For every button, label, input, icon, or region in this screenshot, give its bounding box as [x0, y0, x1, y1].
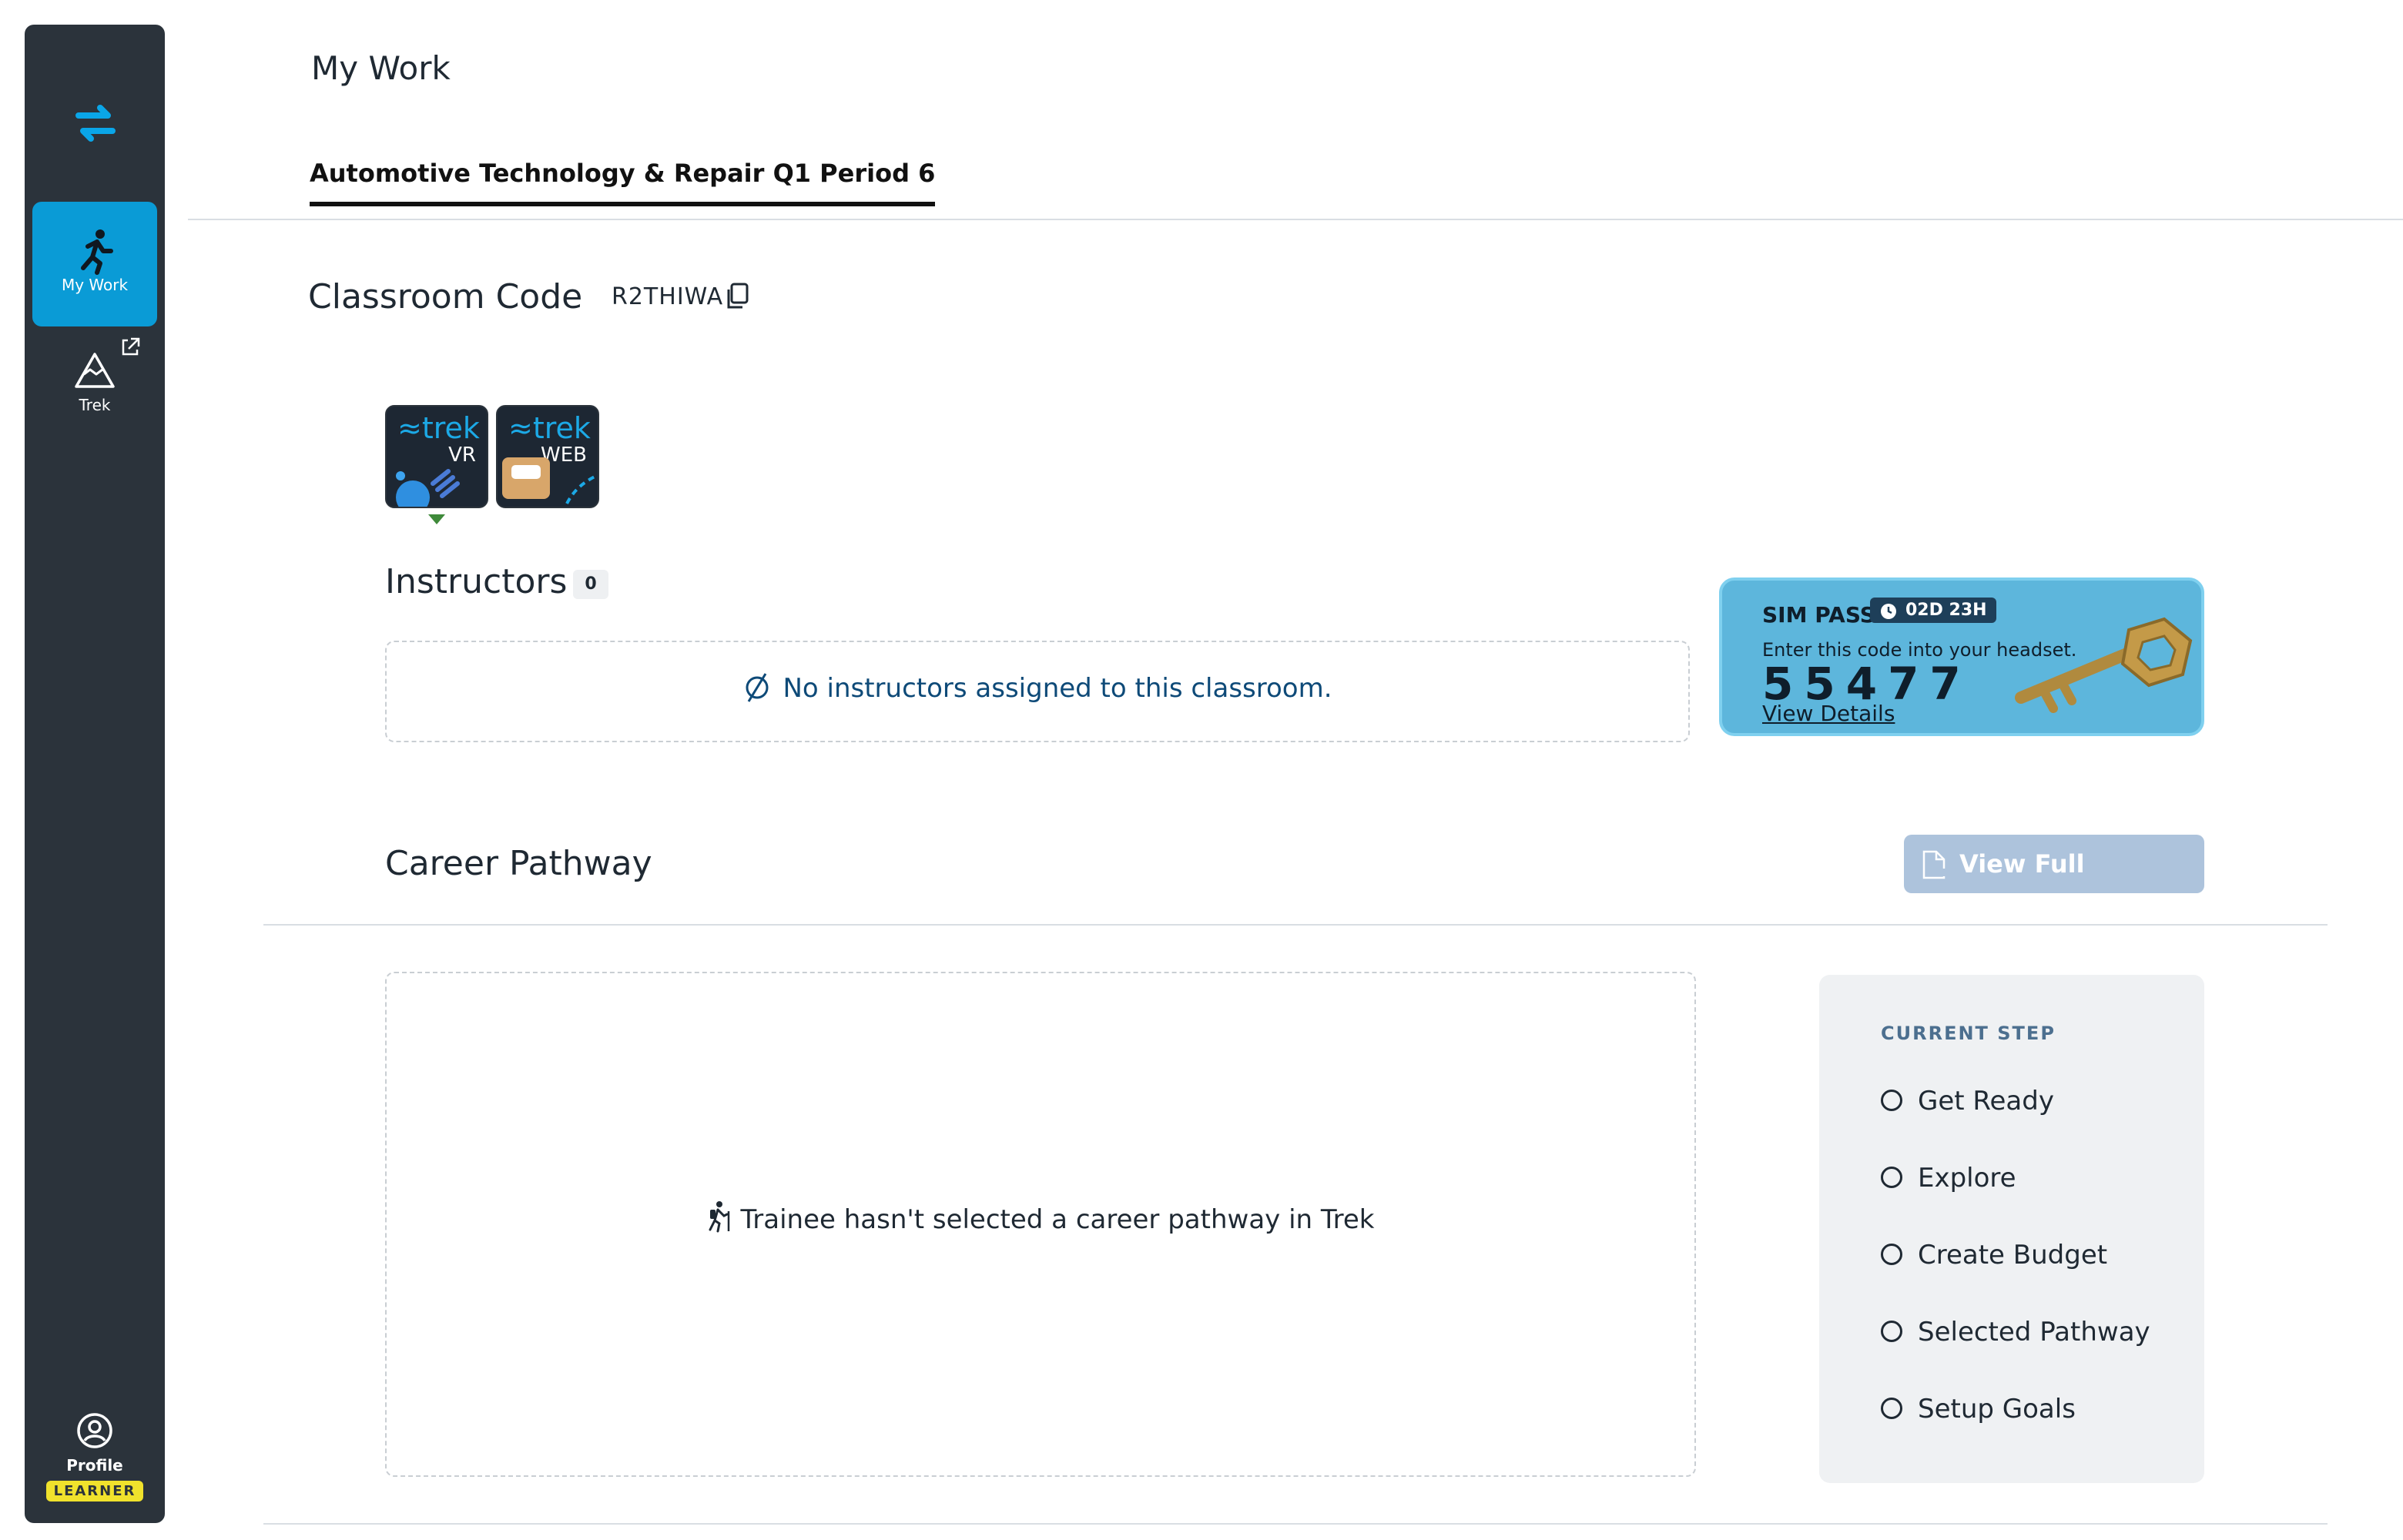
hiker-icon	[709, 1200, 729, 1232]
step-label: Create Budget	[1918, 1240, 2108, 1270]
classroom-code-label: Classroom Code	[308, 277, 583, 316]
step-item[interactable]: Create Budget	[1881, 1240, 2107, 1270]
sidebar-item-my-work[interactable]: My Work	[32, 202, 157, 326]
career-empty-message: Trainee hasn't selected a career pathway…	[387, 1200, 1694, 1237]
app-brand: ≈trek	[508, 411, 591, 445]
radio-circle-icon	[1881, 1397, 1902, 1419]
career-pathway-heading: Career Pathway	[385, 844, 652, 883]
empty-set-icon	[746, 672, 769, 702]
pdf-file-icon	[1922, 850, 1947, 879]
selected-app-indicator	[428, 514, 445, 524]
current-step-heading: CURRENT STEP	[1881, 1023, 2056, 1044]
trek-vr-app-tile[interactable]: ≈trek VR	[385, 405, 488, 508]
step-label: Setup Goals	[1918, 1394, 2076, 1424]
step-item[interactable]: Selected Pathway	[1881, 1317, 2150, 1348]
clock-icon	[1881, 604, 1896, 619]
sidebar-item-trek[interactable]: Trek	[32, 326, 157, 451]
career-divider	[263, 924, 2328, 926]
tab-classroom[interactable]: Automotive Technology & Repair Q1 Period…	[310, 159, 936, 206]
instructors-count-badge: 0	[573, 570, 608, 599]
sim-pass-time-text: 02D 23H	[1905, 601, 1987, 620]
profile-menu[interactable]: Profile LEARNER	[25, 1411, 165, 1502]
user-circle-icon	[77, 1413, 112, 1448]
view-details-link[interactable]: View Details	[1762, 701, 1895, 726]
step-item[interactable]: Get Ready	[1881, 1086, 2054, 1116]
sim-pass-timer: 02D 23H	[1870, 598, 1996, 623]
step-label: Selected Pathway	[1918, 1317, 2150, 1348]
step-item[interactable]: Explore	[1881, 1163, 2016, 1194]
tab-divider	[188, 219, 2403, 220]
career-empty-text: Trainee hasn't selected a career pathway…	[740, 1204, 1375, 1235]
sidebar-item-label: My Work	[61, 276, 129, 294]
web-artwork-icon	[502, 457, 597, 504]
trek-web-app-tile[interactable]: ≈trek WEB	[496, 405, 599, 508]
view-full-pathway-button[interactable]: View Full Pathway	[1904, 835, 2204, 937]
sidebar: My Work Trek Profile LEARNER	[25, 25, 165, 1523]
step-label: Get Ready	[1918, 1086, 2054, 1116]
running-person-icon	[81, 229, 113, 275]
instructors-empty-box: No instructors assigned to this classroo…	[385, 641, 1690, 742]
sidebar-item-label: Trek	[79, 396, 111, 414]
step-item[interactable]: Setup Goals	[1881, 1394, 2076, 1424]
instructors-heading: Instructors	[385, 562, 568, 601]
current-step-panel: CURRENT STEP Get Ready Explore Create Bu…	[1819, 975, 2204, 1483]
classroom-code-value: R2THIWA	[612, 283, 724, 310]
page-title: My Work	[311, 49, 451, 87]
role-badge: LEARNER	[45, 1481, 144, 1502]
instructors-empty-message: No instructors assigned to this classroo…	[387, 672, 1688, 706]
key-icon	[2015, 617, 2193, 713]
step-label: Explore	[1918, 1163, 2016, 1194]
app-brand: ≈trek	[397, 411, 480, 445]
swap-arrows-logo-icon[interactable]	[65, 92, 126, 154]
radio-circle-icon	[1881, 1243, 1902, 1265]
instructors-empty-text: No instructors assigned to this classroo…	[783, 673, 1332, 704]
sim-pass-card: SIM PASS 02D 23H Enter this code into yo…	[1719, 578, 2204, 736]
radio-circle-icon	[1881, 1320, 1902, 1342]
bottom-divider	[263, 1523, 2328, 1525]
sim-pass-title: SIM PASS	[1762, 602, 1875, 628]
radio-circle-icon	[1881, 1089, 1902, 1111]
radio-circle-icon	[1881, 1166, 1902, 1188]
profile-label: Profile	[66, 1456, 123, 1475]
career-empty-box: Trainee hasn't selected a career pathway…	[385, 972, 1696, 1477]
mountain-icon	[75, 353, 115, 388]
vr-artwork-icon	[396, 469, 460, 507]
external-link-icon	[122, 337, 140, 356]
copy-icon[interactable]	[724, 282, 750, 311]
